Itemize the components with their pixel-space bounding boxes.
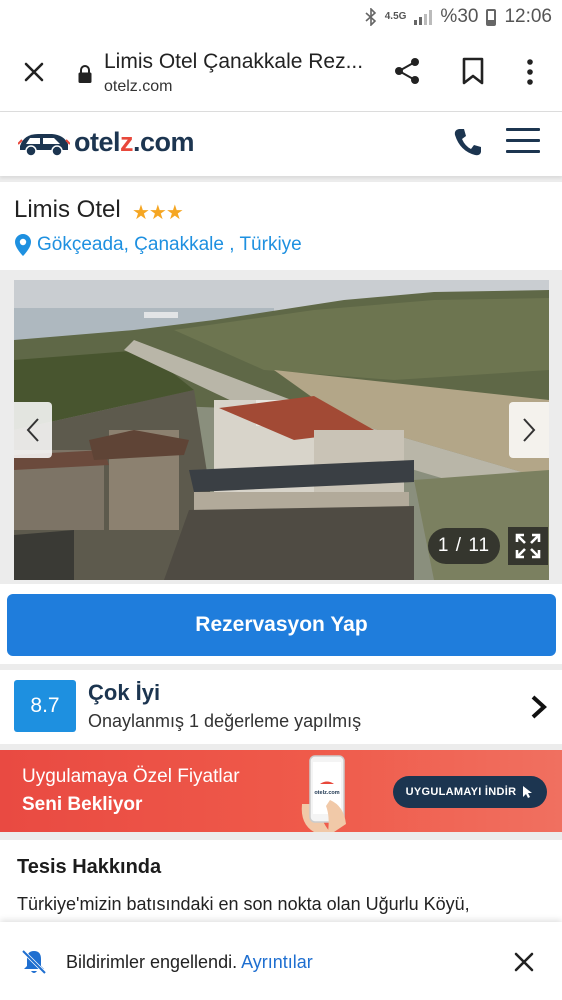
rating-label: Çok İyi	[88, 680, 161, 705]
promo-headline: Uygulamaya Özel Fiyatlar	[22, 766, 240, 787]
bookmark-icon[interactable]	[460, 56, 486, 86]
logo-text-suffix: .com	[133, 126, 195, 157]
rating-row[interactable]: 8.7 Çok İyi Onaylanmış 1 değerleme yapıl…	[0, 670, 562, 744]
gallery-next-button[interactable]	[509, 402, 549, 458]
hotel-name: Limis Otel	[14, 196, 121, 223]
signal-icon	[414, 9, 433, 25]
location-pin-icon	[15, 234, 31, 256]
battery-icon	[486, 8, 497, 26]
notification-message: Bildirimler engellendi.	[66, 952, 238, 972]
logo-text-z: z	[120, 126, 134, 157]
promo-subheadline: Seni Bekliyor	[22, 794, 143, 815]
phone-mockup-icon: otelz.com	[301, 755, 346, 832]
share-icon[interactable]	[392, 56, 422, 86]
phone-mockup-brand: otelz.com	[314, 790, 339, 796]
cursor-icon	[523, 786, 533, 798]
notification-text: Bildirimler engellendi. Ayrıntılar	[66, 952, 313, 973]
about-text: Türkiye'mizin batısındaki en son nokta o…	[17, 894, 470, 914]
phone-icon[interactable]	[452, 126, 484, 158]
status-bar: 4.5G %30 12:06	[0, 0, 562, 34]
rating-subtitle: Onaylanmış 1 değerleme yapılmış	[88, 711, 362, 731]
fullscreen-icon	[515, 533, 541, 559]
clock: 12:06	[504, 6, 552, 27]
close-icon[interactable]	[512, 950, 536, 974]
hotel-info: Limis Otel ★★★ Gökçeada, Çanakkale , Tür…	[0, 182, 562, 270]
chevron-right-icon[interactable]	[528, 694, 550, 720]
fullscreen-button[interactable]	[508, 527, 548, 565]
hotel-location[interactable]: Gökçeada, Çanakkale , Türkiye	[37, 234, 302, 256]
gallery-prev-button[interactable]	[14, 402, 52, 458]
notification-details-link[interactable]: Ayrıntılar	[241, 952, 313, 972]
photo-gallery: 1 / 11	[0, 278, 562, 582]
battery-percent: %30	[440, 6, 479, 27]
about-section: Tesis Hakkında Türkiye'mizin batısındaki…	[0, 840, 562, 930]
bell-off-icon	[21, 949, 47, 975]
lock-icon	[78, 65, 92, 83]
logo-text-prefix: otel	[74, 126, 121, 157]
site-header: otelz.com	[0, 112, 562, 176]
network-type: 4.5G	[384, 11, 407, 22]
rating-score-badge: 8.7	[14, 680, 76, 732]
menu-icon[interactable]	[506, 128, 540, 156]
bluetooth-icon	[365, 8, 376, 26]
app-promo-banner[interactable]: Uygulamaya Özel Fiyatlar Seni Bekliyor o…	[0, 750, 562, 832]
download-app-label: UYGULAMAYI İNDİR	[405, 786, 517, 798]
photo-counter: 1 / 11	[428, 528, 500, 564]
chevron-right-icon	[523, 418, 536, 442]
otelz-logo[interactable]: otelz.com	[18, 126, 195, 158]
page-domain[interactable]: otelz.com	[104, 78, 172, 96]
notification-banner: Bildirimler engellendi. Ayrıntılar	[0, 922, 562, 1000]
page-title[interactable]: Limis Otel Çanakkale Rez...	[104, 50, 363, 74]
reservation-button[interactable]: Rezervasyon Yap	[7, 594, 556, 656]
reservation-section: Rezervasyon Yap	[0, 584, 562, 664]
logo-text: otelz.com	[74, 126, 195, 158]
close-icon[interactable]	[18, 56, 50, 88]
more-vert-icon[interactable]	[520, 56, 540, 88]
hotel-stars: ★★★	[132, 202, 184, 224]
browser-toolbar: Limis Otel Çanakkale Rez... otelz.com	[0, 34, 562, 112]
download-app-button[interactable]: UYGULAMAYI İNDİR	[393, 776, 547, 808]
car-logo-icon	[18, 134, 70, 157]
chevron-left-icon	[26, 418, 39, 442]
about-title: Tesis Hakkında	[17, 856, 162, 878]
